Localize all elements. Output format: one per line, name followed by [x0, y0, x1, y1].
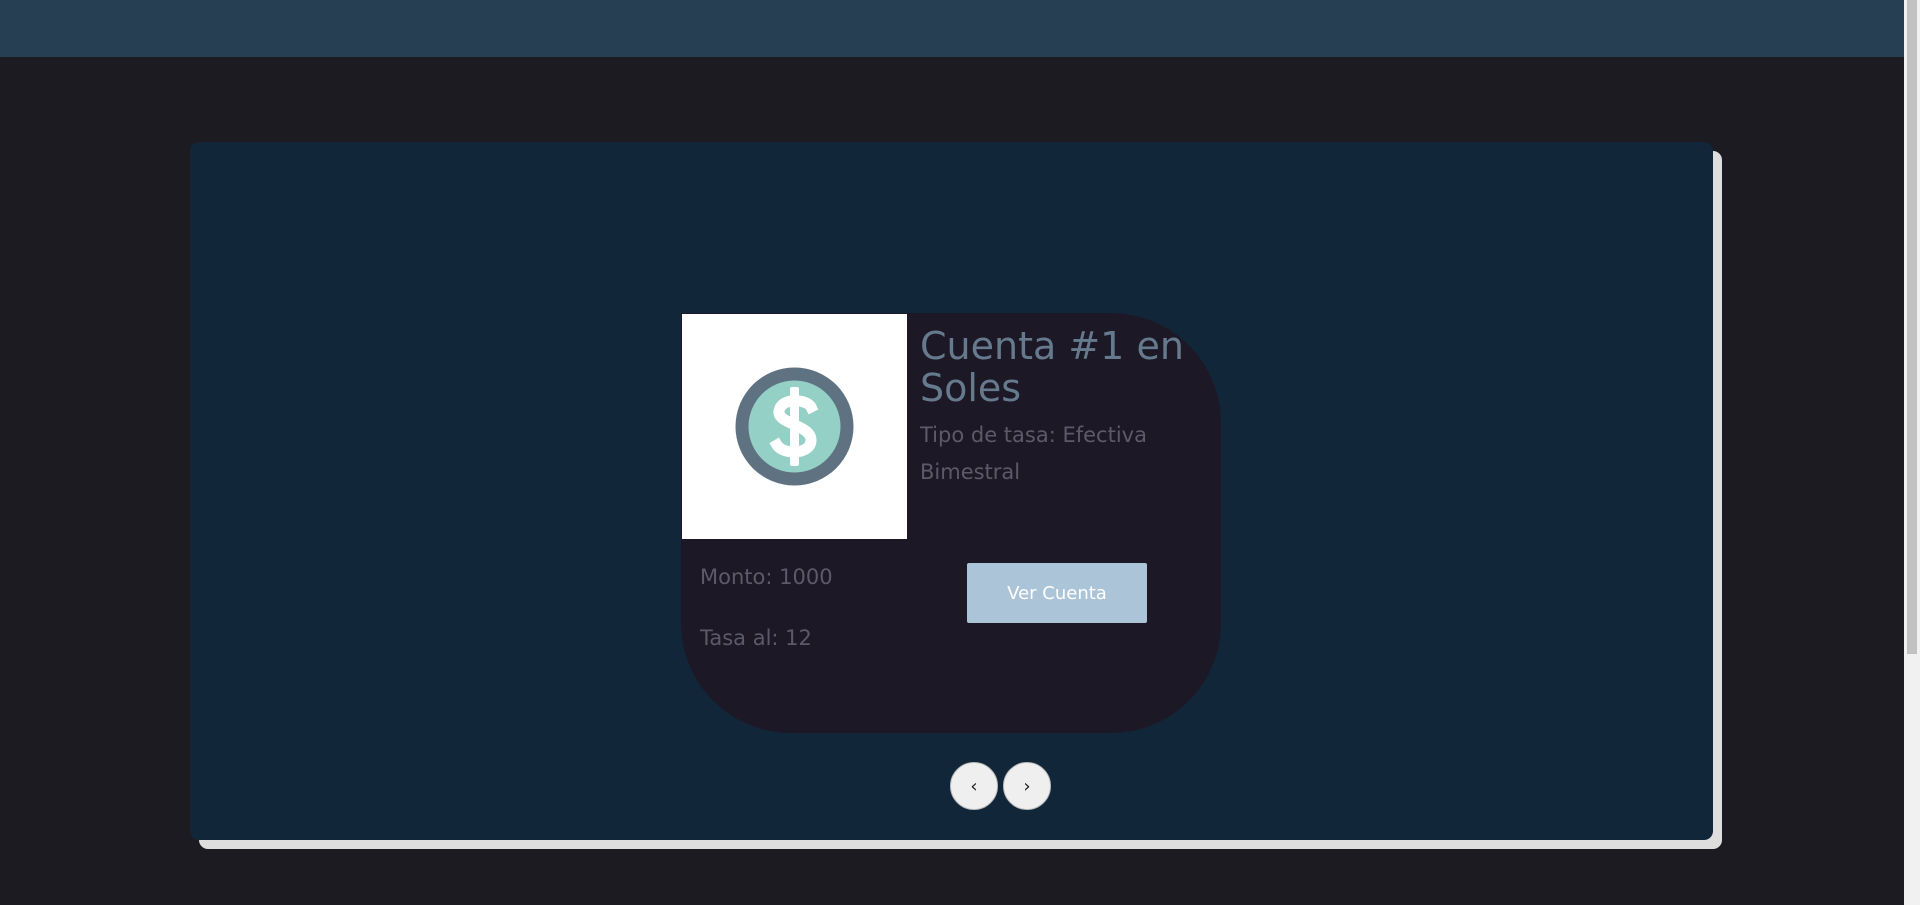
top-bar: [0, 0, 1904, 57]
account-card-image: [682, 314, 907, 539]
scrollbar[interactable]: [1904, 0, 1920, 905]
rate-type-label: Tipo de tasa: Efectiva Bimestral: [920, 423, 1147, 484]
scrollbar-thumb[interactable]: [1907, 0, 1917, 654]
carousel-next-button[interactable]: ›: [1003, 762, 1051, 810]
view-account-button[interactable]: Ver Cuenta: [967, 563, 1147, 623]
dollar-coin-icon: [735, 367, 854, 486]
rate-label: Tasa al: 12: [700, 626, 812, 650]
carousel-prev-button[interactable]: ‹: [950, 762, 998, 810]
account-title: Cuenta #1 en Soles: [920, 324, 1184, 410]
amount-label: Monto: 1000: [700, 565, 833, 589]
